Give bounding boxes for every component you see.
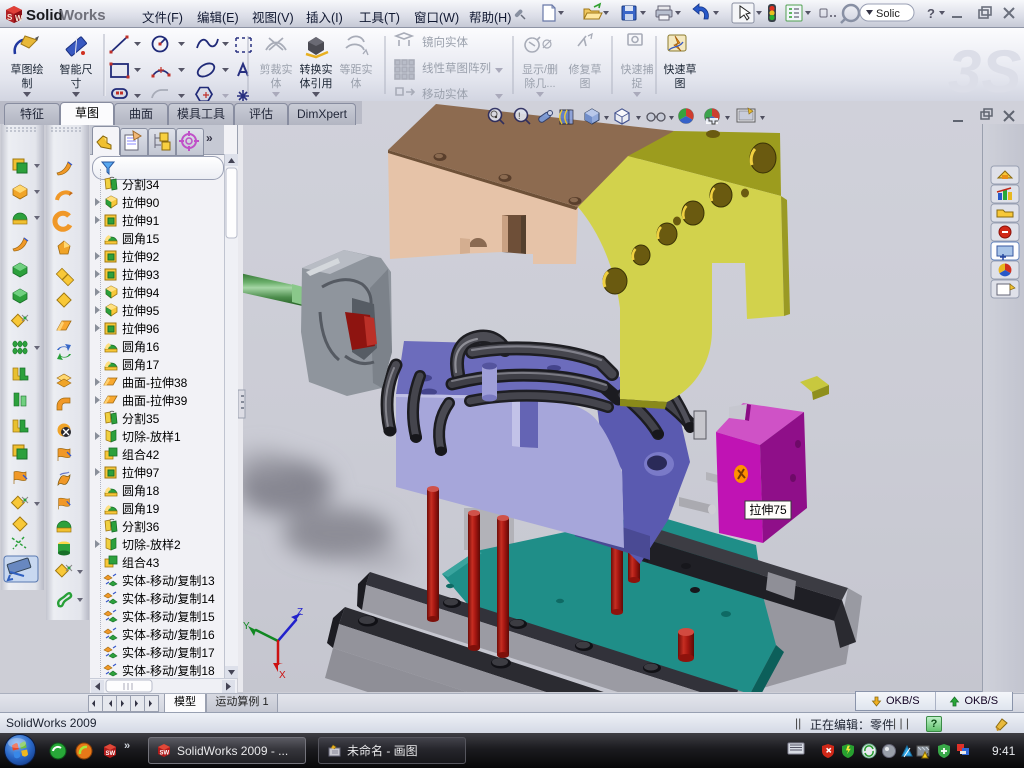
svg-text:体引用: 体引用 <box>300 76 333 90</box>
svg-text:?: ? <box>927 6 935 21</box>
svg-text:体: 体 <box>351 76 362 90</box>
svg-text:!: ! <box>518 111 521 121</box>
svg-text:体: 体 <box>271 76 282 90</box>
svg-text:9:41: 9:41 <box>992 744 1016 758</box>
svg-text:3S: 3S <box>948 38 1021 101</box>
svg-text:Solid: Solid <box>26 7 63 24</box>
svg-text:捉: 捉 <box>632 76 643 90</box>
svg-text:图: 图 <box>675 77 686 90</box>
svg-text:快速捕: 快速捕 <box>621 62 654 76</box>
svg-text:S: S <box>7 13 13 22</box>
svg-text:Solic: Solic <box>876 8 900 20</box>
svg-text:镜向实体: 镜向实体 <box>422 35 468 49</box>
svg-text:X: X <box>279 670 286 681</box>
svg-text:移动实体: 移动实体 <box>422 87 468 101</box>
svg-text:快速草: 快速草 <box>664 63 697 76</box>
svg-text:Works: Works <box>60 7 106 24</box>
svg-text:Y: Y <box>243 621 250 632</box>
svg-text:剪裁实: 剪裁实 <box>260 62 293 76</box>
svg-text:W: W <box>15 14 23 23</box>
svg-text:线性草图阵列: 线性草图阵列 <box>422 61 491 75</box>
svg-text:等距实: 等距实 <box>340 62 373 76</box>
svg-text:转换实: 转换实 <box>300 62 333 76</box>
svg-text:图: 图 <box>580 77 591 90</box>
svg-text:除几...: 除几... <box>524 76 555 90</box>
svg-text:拉伸75: 拉伸75 <box>749 502 787 517</box>
svg-text:智能尺: 智能尺 <box>60 62 93 76</box>
svg-text:SW: SW <box>106 751 116 757</box>
svg-text:草图绘: 草图绘 <box>11 62 44 76</box>
svg-text:寸: 寸 <box>71 76 82 90</box>
svg-text:Z: Z <box>297 607 303 618</box>
svg-text:修复草: 修复草 <box>569 62 602 76</box>
svg-text:»: » <box>124 740 130 752</box>
svg-text:显示/删: 显示/删 <box>522 63 558 76</box>
svg-text:制: 制 <box>22 77 33 90</box>
svg-text:SW: SW <box>160 751 170 757</box>
